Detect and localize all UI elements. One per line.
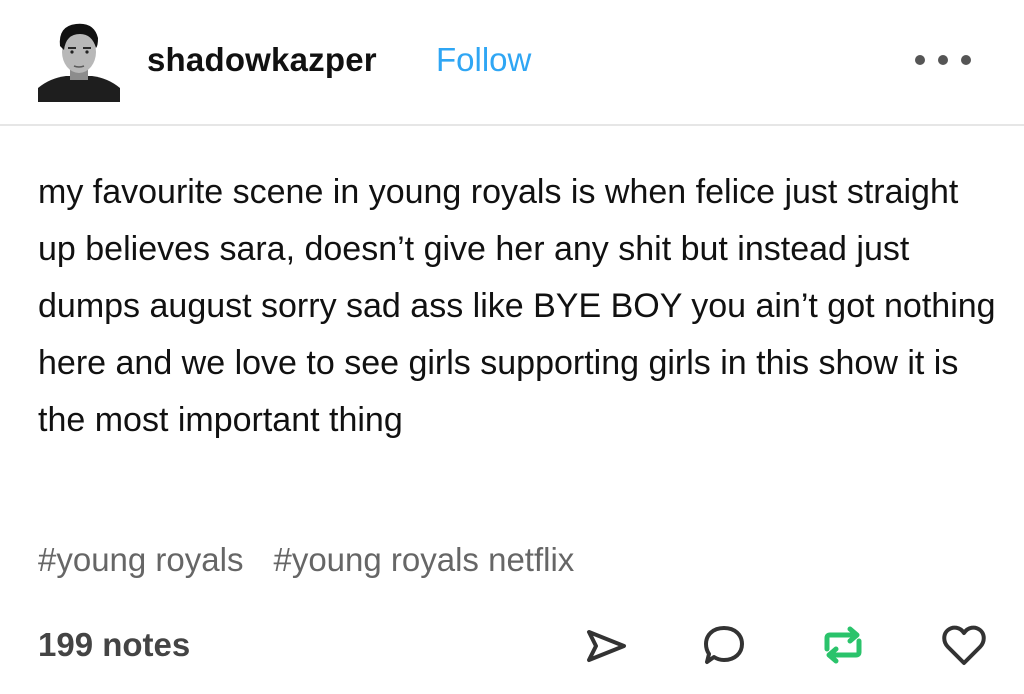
follow-button[interactable]: Follow [436, 40, 531, 80]
tag-link[interactable]: #young royals [38, 541, 243, 578]
heart-icon[interactable] [938, 619, 990, 671]
comment-icon[interactable] [698, 619, 750, 671]
username[interactable]: shadowkazper [147, 40, 377, 80]
notes-count[interactable]: 199 notes [38, 623, 190, 667]
send-icon[interactable] [580, 619, 632, 671]
dot [938, 55, 948, 65]
dot [961, 55, 971, 65]
header-divider [0, 124, 1024, 126]
more-dots-icon[interactable] [915, 48, 971, 72]
avatar[interactable] [36, 16, 122, 102]
post-body: my favourite scene in young royals is wh… [38, 173, 996, 439]
reblog-icon[interactable] [817, 619, 869, 671]
tag-list: #young royals #young royals netflix [38, 538, 604, 582]
tag-link[interactable]: #young royals netflix [273, 541, 574, 578]
dot [915, 55, 925, 65]
post-header: shadowkazper Follow [0, 0, 1024, 125]
